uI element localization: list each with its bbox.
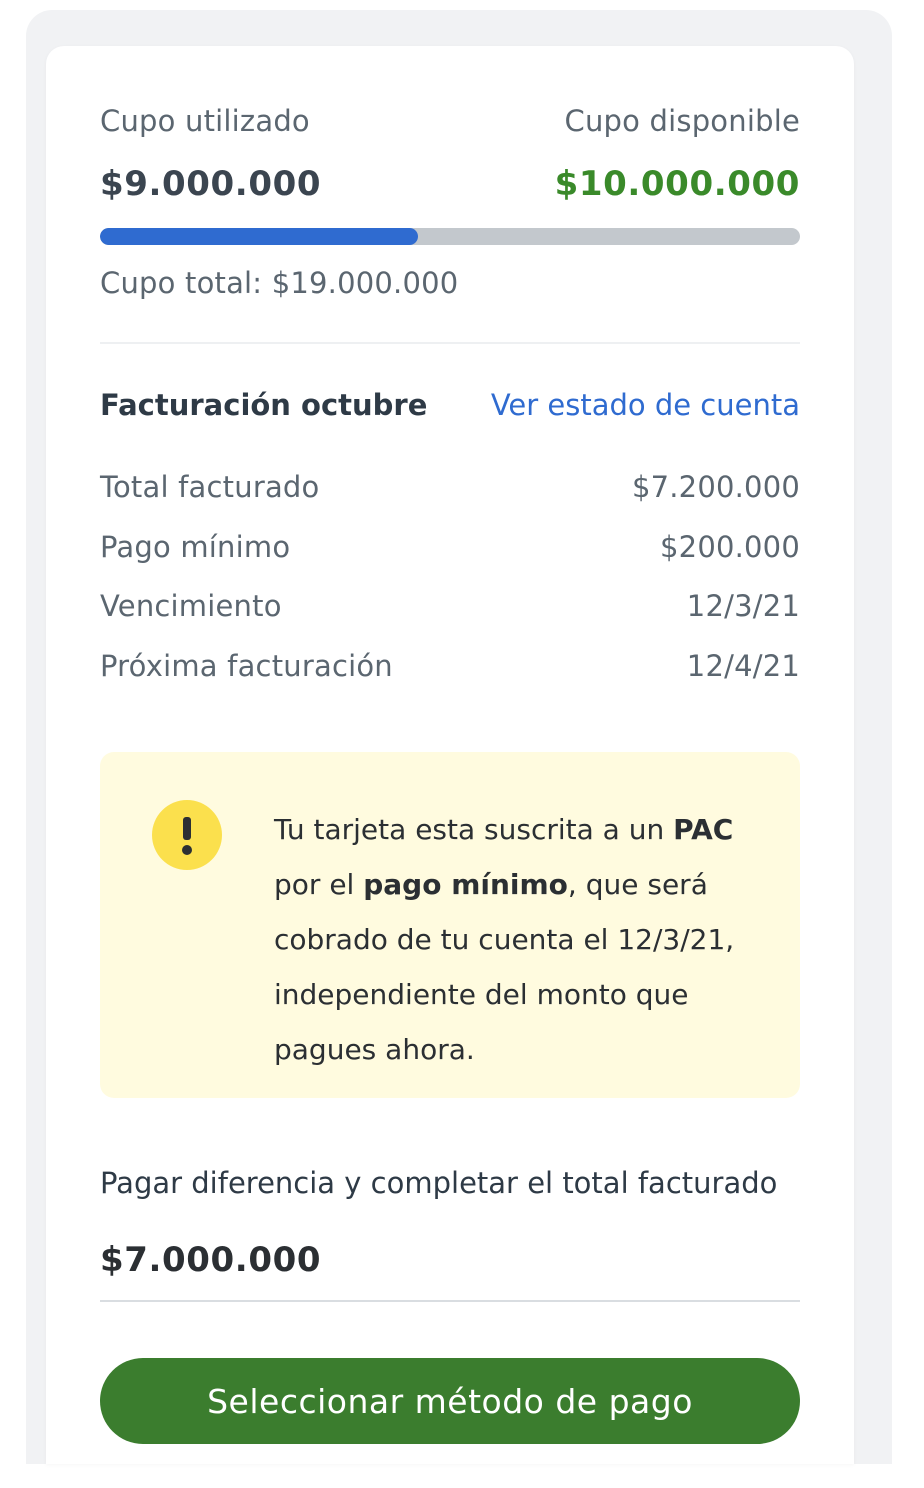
billing-row-label-due: Vencimiento [100, 589, 282, 623]
alert-message: Tu tarjeta esta suscrita a un PAC por el… [274, 813, 735, 1066]
select-payment-method-button[interactable]: Seleccionar método de pago [100, 1358, 800, 1444]
available-credit-label: Cupo disponible [564, 104, 800, 138]
pac-alert: Tu tarjeta esta suscrita a un PAC por el… [100, 752, 800, 1098]
view-statement-link[interactable]: Ver estado de cuenta [491, 388, 800, 422]
billing-row-value-next: 12/4/21 [686, 649, 800, 683]
used-credit-label: Cupo utilizado [100, 104, 310, 138]
credit-card-summary: Cupo utilizado Cupo disponible $9.000.00… [46, 46, 854, 1464]
payment-amount: $7.000.000 [100, 1240, 322, 1280]
section-divider [100, 342, 800, 344]
credit-usage-fill [100, 228, 419, 245]
billing-row-label-next: Próxima facturación [100, 649, 393, 683]
amount-underline [100, 1300, 800, 1302]
billing-title: Facturación octubre [100, 388, 428, 422]
total-credit-label: Cupo total: $19.000.000 [100, 266, 459, 300]
available-credit-amount: $10.000.000 [554, 164, 800, 204]
billing-row-value-minimum: $200.000 [660, 530, 800, 564]
billing-row-value-total: $7.200.000 [631, 470, 800, 504]
used-credit-amount: $9.000.000 [100, 164, 322, 204]
billing-row-label-minimum: Pago mínimo [100, 530, 291, 564]
payment-label: Pagar diferencia y completar el total fa… [100, 1166, 778, 1200]
credit-usage-bar [100, 228, 800, 245]
billing-row-label-total: Total facturado [100, 470, 320, 504]
billing-row-value-due: 12/3/21 [686, 589, 800, 623]
exclamation-icon [152, 800, 222, 870]
